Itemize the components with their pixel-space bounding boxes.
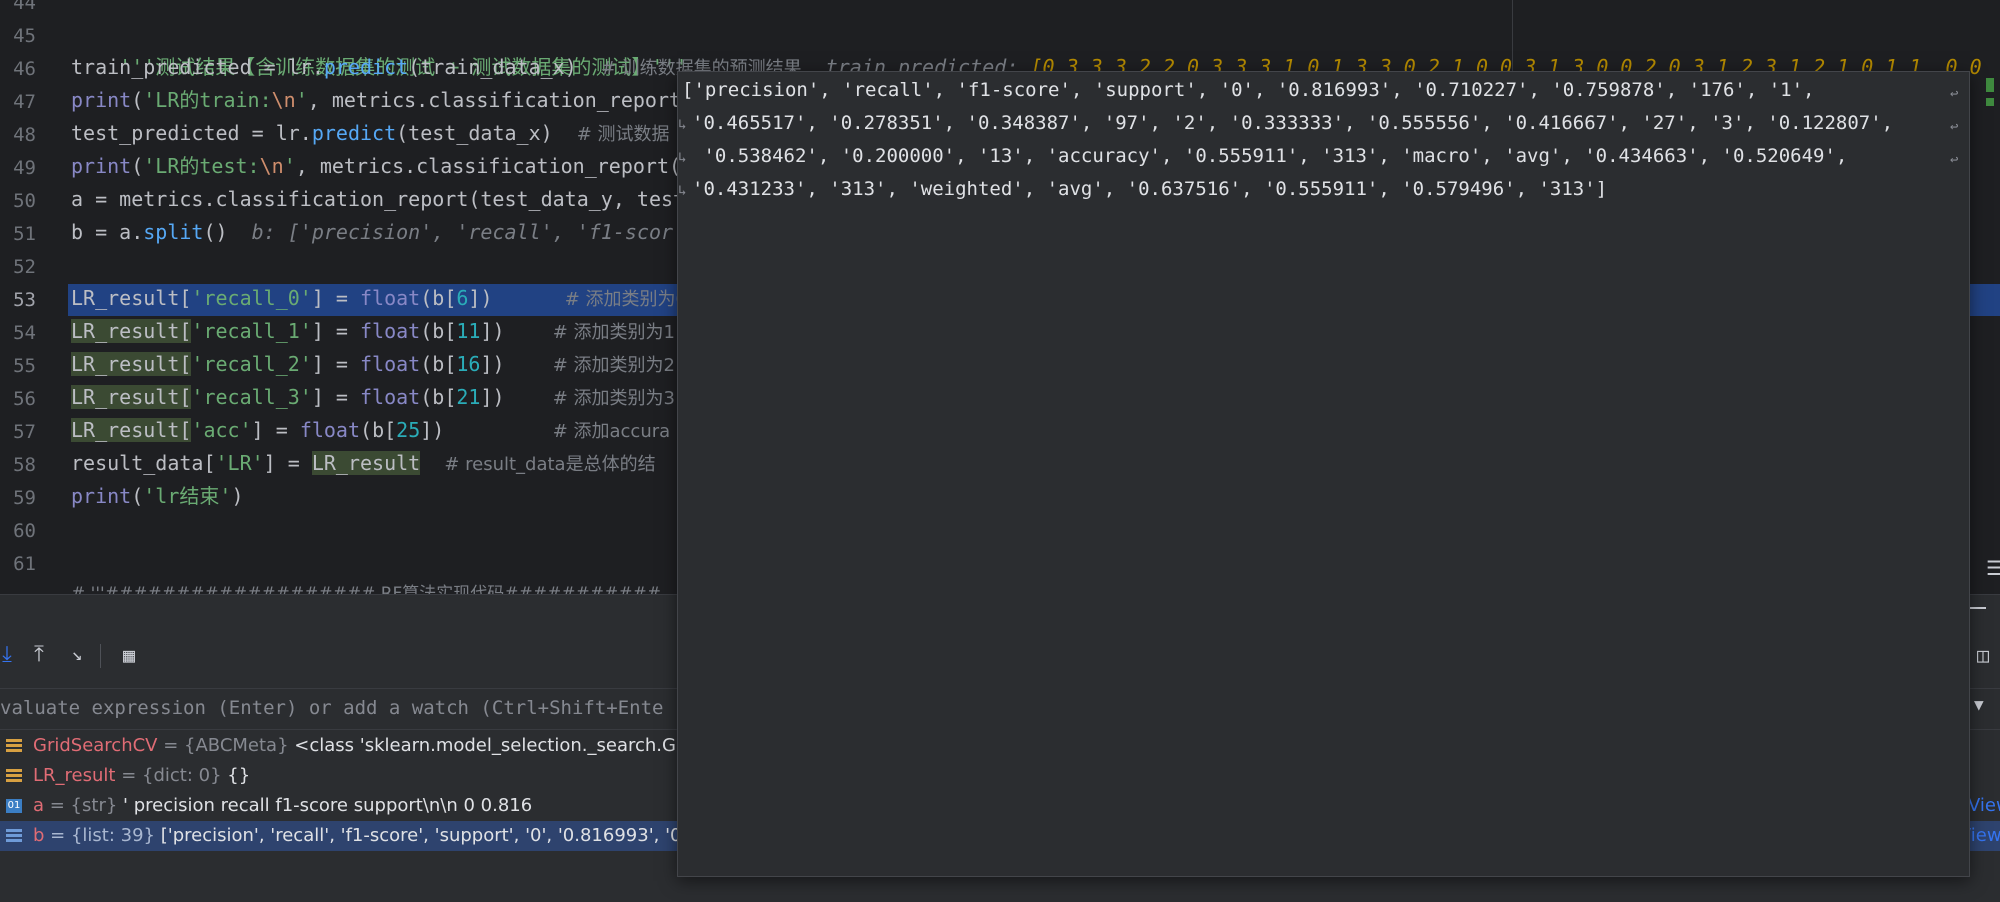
- soft-wrap-icon: ↩: [1950, 152, 1959, 168]
- code-line: LR_result['recall_1'] = float(b[11]) # 添…: [71, 319, 675, 343]
- soft-wrap-icon: ↳: [678, 150, 687, 166]
- popup-line: ↳ '0.431233', '313', 'weighted', 'avg', '…: [678, 173, 1607, 206]
- toolbar-separator: [100, 644, 101, 668]
- view-link[interactable]: View: [1968, 791, 2000, 821]
- popup-line: ['precision', 'recall', 'f1-score', 'sup…: [682, 79, 1815, 101]
- line-number: 56: [13, 388, 36, 410]
- line-number: 44: [13, 0, 36, 14]
- list-icon[interactable]: ☰: [1986, 556, 2000, 580]
- soft-wrap-icon: ↩: [1950, 86, 1959, 102]
- run-to-cursor-icon[interactable]: ↘: [64, 642, 90, 668]
- minimize-icon[interactable]: [1968, 607, 1986, 609]
- code-line: b = a.split() b: ['precision', 'recall',…: [71, 220, 674, 244]
- line-number: 57: [13, 421, 36, 443]
- line-number: 58: [13, 454, 36, 476]
- line-number: 47: [13, 91, 36, 113]
- value-tooltip-popup[interactable]: ['precision', 'recall', 'f1-score', 'sup…: [677, 71, 1970, 877]
- step-out-icon[interactable]: ⤒: [26, 642, 52, 668]
- line-number: 60: [13, 520, 36, 542]
- change-marker: [1986, 78, 1994, 92]
- line-number: 59: [13, 487, 36, 509]
- code-line: result_data['LR'] = LR_result # result_d…: [71, 451, 656, 475]
- code-line: print('LR的test:\n', metrics.classificati…: [71, 154, 682, 178]
- code-line: '''测试结果【含训练数据集的测试 + 测试数据集的测试】''': [119, 55, 688, 79]
- step-into-icon[interactable]: ⤓: [0, 642, 20, 668]
- code-line-selected: LR_result['recall_0'] = float(b[6]) # 添加…: [71, 286, 687, 310]
- line-number: 55: [13, 355, 36, 377]
- list-variable-icon: [6, 829, 22, 843]
- inline-debug-hint: b: ['precision', 'recall', 'f1-scor: [251, 220, 674, 244]
- soft-wrap-icon: ↳: [678, 117, 687, 133]
- line-number: 61: [13, 553, 36, 575]
- soft-wrap-icon: ↩: [1950, 119, 1959, 135]
- layout-icon[interactable]: ◫: [1970, 642, 1996, 668]
- change-marker: [1986, 98, 1994, 106]
- popup-line: ↳ '0.465517', '0.278351', '0.348387', '97…: [678, 107, 1893, 140]
- calculator-icon[interactable]: ▦: [116, 642, 142, 668]
- code-line: test_predicted = lr.predict(test_data_x)…: [71, 121, 670, 145]
- line-number: 49: [13, 157, 36, 179]
- dropdown-icon[interactable]: ▼: [1974, 695, 1984, 714]
- line-number: 54: [13, 322, 36, 344]
- code-line: # '''################### RF算法实现代码#######…: [71, 584, 661, 594]
- line-number: 48: [13, 124, 36, 146]
- code-line: a = metrics.classification_report(test_d…: [71, 187, 686, 211]
- dict-variable-icon: [6, 769, 22, 783]
- code-line: LR_result['recall_2'] = float(b[16]) # 添…: [71, 352, 675, 376]
- line-number: 51: [13, 223, 36, 245]
- line-number: 52: [13, 256, 36, 278]
- popup-line: ↳ '0.538462', '0.200000', '13', 'accurac…: [678, 140, 1847, 173]
- line-number: 46: [13, 58, 36, 80]
- string-variable-icon: 01: [6, 799, 22, 813]
- code-line: LR_result['recall_3'] = float(b[21]) # 添…: [71, 385, 675, 409]
- class-variable-icon: [6, 739, 22, 753]
- line-number: 50: [13, 190, 36, 212]
- code-line: LR_result['acc'] = float(b[25]) # 添加accu…: [71, 418, 671, 442]
- code-line: print('lr结束'): [71, 484, 244, 508]
- line-number: 45: [13, 25, 36, 47]
- soft-wrap-icon: ↳: [678, 183, 687, 199]
- line-number: 53: [13, 289, 36, 311]
- code-line: print('LR的train:\n', metrics.classificat…: [71, 88, 682, 112]
